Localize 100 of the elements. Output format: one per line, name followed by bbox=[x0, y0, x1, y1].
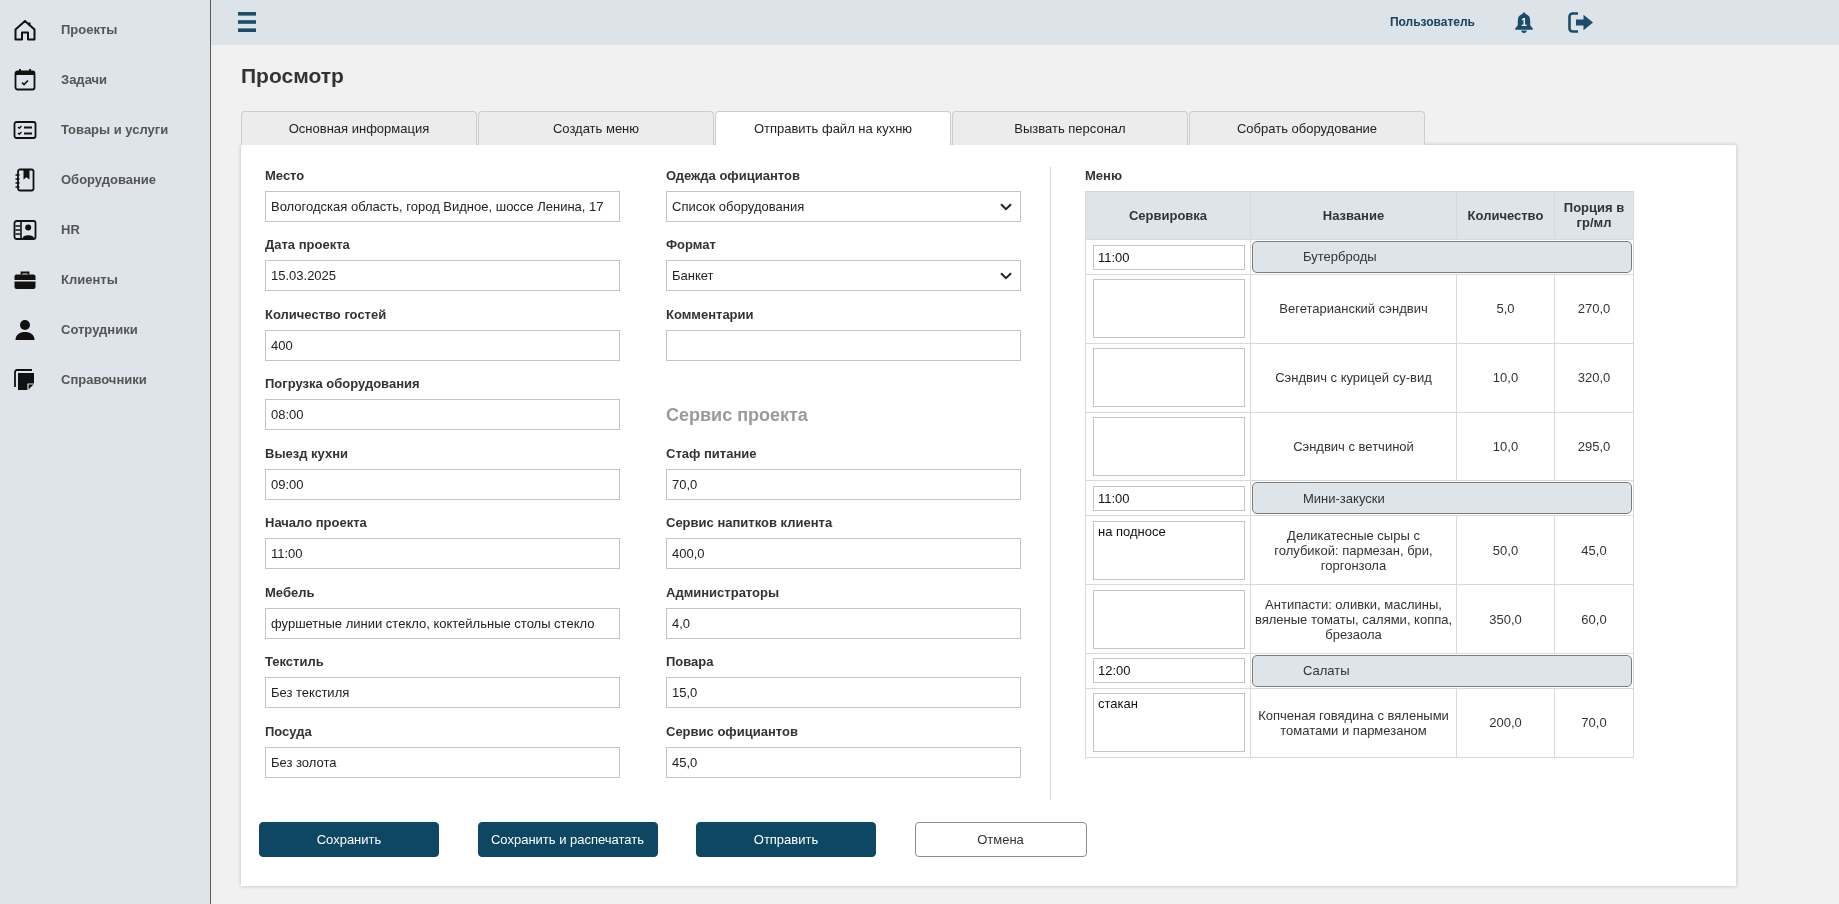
sidebar-item[interactable]: Оборудование bbox=[0, 155, 210, 205]
tab[interactable]: Вызвать персонал bbox=[952, 111, 1188, 145]
column-header: Сервировка bbox=[1085, 191, 1251, 240]
table-cell: 50,0 bbox=[1456, 515, 1555, 585]
time-field[interactable]: 11:00 bbox=[1093, 485, 1245, 511]
checklist-icon bbox=[13, 118, 37, 142]
column-header: Количество bbox=[1456, 191, 1555, 240]
text-field[interactable]: 400,0 bbox=[666, 538, 1021, 569]
column-header: Порция в гр/мл bbox=[1554, 191, 1634, 240]
menu-icon[interactable] bbox=[238, 11, 256, 34]
text-field[interactable]: 11:00 bbox=[265, 538, 620, 569]
table-cell: 350,0 bbox=[1456, 584, 1555, 654]
table-cell: 295,0 bbox=[1554, 412, 1634, 481]
tab[interactable]: Создать меню bbox=[478, 111, 714, 145]
field-label: Повара bbox=[666, 653, 715, 671]
field-label: Администраторы bbox=[666, 583, 781, 602]
table-cell: 70,0 bbox=[1554, 688, 1634, 758]
field-label: Количество гостей bbox=[265, 305, 388, 324]
text-field[interactable]: 4,0 bbox=[666, 607, 1021, 639]
field-label: Стаф питание bbox=[666, 444, 758, 463]
house-icon bbox=[13, 18, 37, 42]
sidebar-item[interactable]: Проекты bbox=[0, 5, 210, 55]
text-field[interactable] bbox=[666, 329, 1021, 361]
table-cell: 200,0 bbox=[1456, 688, 1555, 758]
contact-card-icon bbox=[13, 218, 37, 242]
serving-field[interactable] bbox=[1093, 279, 1245, 339]
select-field[interactable]: Список оборудования bbox=[666, 190, 1021, 222]
sticky-note-icon bbox=[13, 368, 37, 392]
field-label: Начало проекта bbox=[265, 514, 368, 532]
table-cell: 45,0 bbox=[1554, 515, 1634, 585]
tab[interactable]: Отправить файл на кухню bbox=[715, 111, 951, 145]
table-cell: Деликатесные сыры с голубикой: пармезан, бри, горгонзола bbox=[1250, 515, 1457, 585]
chevron-down-icon bbox=[1000, 272, 1012, 280]
table-cell: Сэндвич с курицей су-вид bbox=[1250, 343, 1457, 413]
text-field[interactable]: фуршетные линии стекло, коктейльные столы стекло bbox=[265, 607, 620, 639]
tab[interactable]: Собрать оборудование bbox=[1189, 111, 1425, 145]
field-label: Мебель bbox=[265, 583, 316, 602]
calendar-check-icon bbox=[13, 68, 37, 92]
section-label: Меню bbox=[1085, 166, 1123, 185]
table-cell: Антипасти: оливки, маслины, вяленые томаты, салями, коппа, брезаола bbox=[1250, 584, 1457, 654]
table-cell: 60,0 bbox=[1554, 584, 1634, 654]
table-cell: 320,0 bbox=[1554, 343, 1634, 413]
send-button[interactable]: Отправить bbox=[696, 822, 876, 857]
table-cell: 10,0 bbox=[1456, 412, 1555, 481]
field-label: Выезд кухни bbox=[265, 444, 349, 463]
column-header: Название bbox=[1250, 191, 1457, 240]
serving-field[interactable] bbox=[1093, 417, 1245, 476]
save-button[interactable]: Сохранить bbox=[259, 822, 439, 857]
sidebar-item[interactable]: Сотрудники bbox=[0, 305, 210, 355]
notification-count: 1 bbox=[1521, 16, 1527, 28]
field-label: Текстиль bbox=[265, 653, 325, 671]
field-label: Одежда официантов bbox=[666, 166, 801, 185]
field-label: Посуда bbox=[265, 722, 313, 741]
text-field[interactable]: 45,0 bbox=[666, 746, 1021, 778]
chevron-down-icon bbox=[1000, 202, 1012, 211]
tab[interactable]: Основная информация bbox=[241, 111, 477, 145]
field-label: Место bbox=[265, 166, 306, 185]
time-field[interactable]: 11:00 bbox=[1093, 244, 1245, 270]
sidebar-item[interactable]: HR bbox=[0, 205, 210, 255]
cancel-button[interactable]: Отмена bbox=[914, 822, 1087, 857]
section-heading: Сервис проекта bbox=[666, 404, 809, 426]
serving-field[interactable] bbox=[1093, 348, 1245, 408]
table-cell: 10,0 bbox=[1456, 343, 1555, 413]
user-link[interactable]: Пользователь bbox=[1389, 13, 1475, 32]
text-field[interactable]: Без текстиля bbox=[265, 677, 620, 708]
logout-icon[interactable] bbox=[1568, 11, 1594, 33]
table-cell: Сэндвич с ветчиной bbox=[1250, 412, 1457, 481]
notebook-icon bbox=[13, 168, 37, 192]
person-icon bbox=[13, 318, 37, 342]
text-field[interactable]: 400 bbox=[265, 329, 620, 361]
text-field[interactable]: 70,0 bbox=[666, 468, 1021, 500]
table-cell: 5,0 bbox=[1456, 274, 1555, 344]
field-label: Погрузка оборудования bbox=[265, 375, 421, 393]
serving-field[interactable]: на подносе bbox=[1093, 520, 1245, 580]
field-label: Сервис официантов bbox=[666, 722, 799, 741]
field-label: Формат bbox=[666, 236, 717, 254]
category-header: Мини-закуски bbox=[1252, 482, 1632, 515]
text-field[interactable]: 09:00 bbox=[265, 468, 620, 500]
sidebar-item[interactable]: Задачи bbox=[0, 55, 210, 105]
serving-field[interactable] bbox=[1093, 589, 1245, 649]
save-and-print-button[interactable]: Сохранить и распечатать bbox=[477, 822, 658, 857]
text-field[interactable]: 08:00 bbox=[265, 399, 620, 430]
category-header: Бутерброды bbox=[1252, 241, 1632, 273]
table-cell: 270,0 bbox=[1554, 274, 1634, 344]
text-field[interactable]: 15.03.2025 bbox=[265, 260, 620, 291]
field-label: Дата проекта bbox=[265, 236, 351, 254]
text-field[interactable]: Без золота bbox=[265, 746, 620, 778]
sidebar-item[interactable]: Товары и услуги bbox=[0, 105, 210, 155]
field-label: Сервис напитков клиента bbox=[666, 514, 834, 532]
time-field[interactable]: 12:00 bbox=[1093, 658, 1245, 684]
sidebar-item[interactable]: Справочники bbox=[0, 355, 210, 405]
bell-icon[interactable] bbox=[1514, 11, 1534, 33]
serving-field[interactable]: стакан bbox=[1093, 693, 1245, 753]
text-field[interactable]: 15,0 bbox=[666, 677, 1021, 708]
table-cell: Копченая говядина с вялеными томатами и пармезаном bbox=[1250, 688, 1457, 758]
select-field[interactable]: Банкет bbox=[666, 260, 1021, 291]
table-cell: Вегетарианский сэндвич bbox=[1250, 274, 1457, 344]
page-title: Просмотр bbox=[241, 63, 345, 89]
text-field[interactable]: Вологодская область, город Видное, шоссе Ленина, 17 bbox=[265, 190, 620, 222]
sidebar-item[interactable]: Клиенты bbox=[0, 255, 210, 305]
